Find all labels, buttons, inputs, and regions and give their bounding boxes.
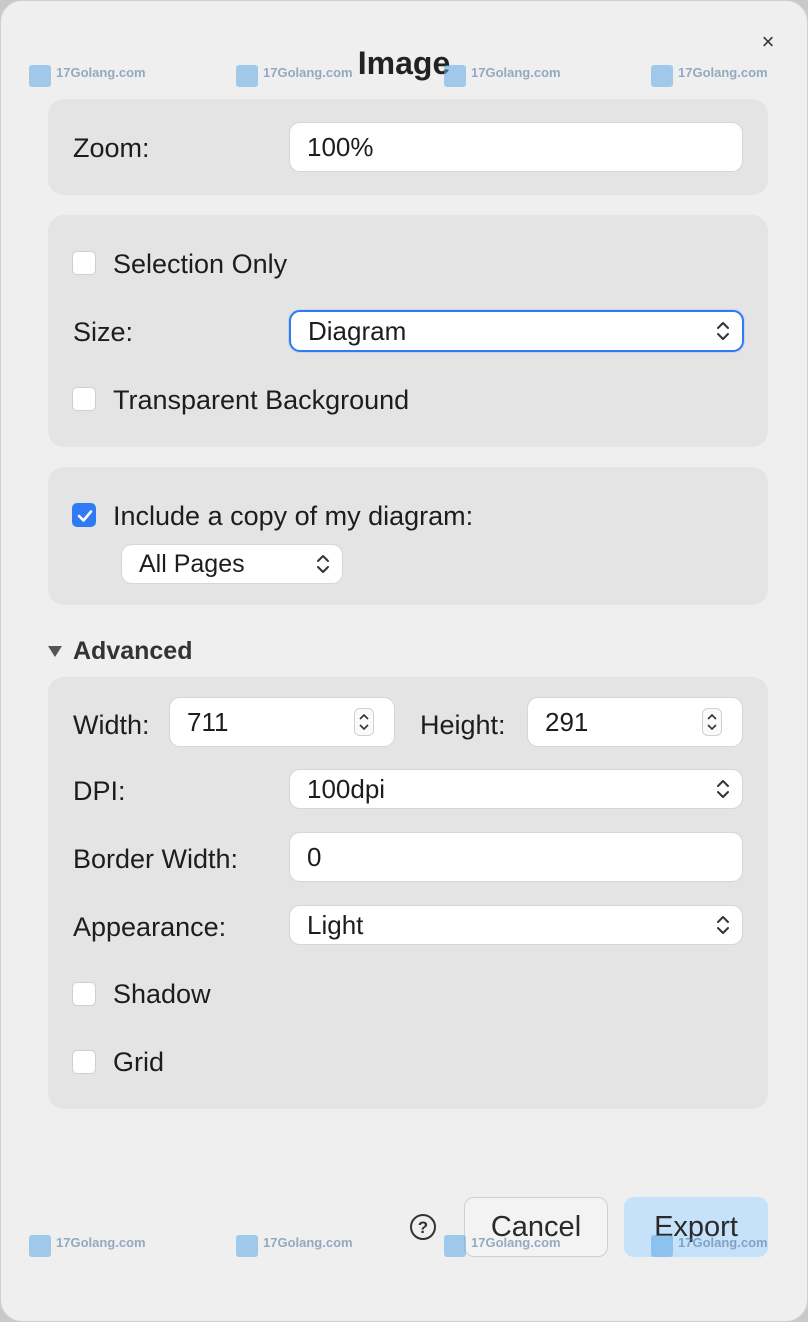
transparent-background-checkbox[interactable] [72,387,96,411]
appearance-value: Light [307,909,364,940]
chevron-updown-icon [717,322,729,340]
height-value: 291 [545,706,589,737]
height-input[interactable]: 291 [527,697,743,747]
stepper-arrows-icon [707,713,717,731]
stepper-arrows-icon [359,713,369,731]
zoom-label: Zoom: [73,133,150,163]
chevron-updown-icon [317,555,329,573]
transparent-background-label: Transparent Background [113,385,410,415]
border-width-value: 0 [307,841,322,872]
grid-checkbox[interactable] [72,1050,96,1074]
dpi-value: 100dpi [307,773,386,804]
watermark-logo: 17Golang.com [236,1235,353,1257]
chevron-updown-icon [717,916,729,934]
height-label: Height: [420,710,506,740]
zoom-input[interactable]: 100% [289,122,743,172]
export-button[interactable]: Export [624,1197,768,1257]
size-select[interactable]: Diagram [289,310,744,352]
disclosure-triangle-icon [48,646,62,657]
shadow-label: Shadow [113,979,211,1009]
dpi-select[interactable]: 100dpi [289,769,743,809]
watermark-text: 17Golang.com [263,1234,353,1250]
watermark-logo: 17Golang.com [29,1235,146,1257]
grid-label: Grid [113,1047,165,1077]
image-export-dialog: Image × Zoom: 100% Selection Only Size: … [0,0,808,1322]
dialog-title: Image [357,45,451,81]
include-copy-checkbox[interactable] [72,503,96,527]
options-panel: Selection Only Size: Diagram Transparent… [48,215,768,447]
size-value: Diagram [308,315,407,346]
width-value: 711 [187,706,229,737]
appearance-label: Appearance: [73,912,227,942]
width-input[interactable]: 711 [169,697,395,747]
size-label: Size: [73,317,134,347]
pages-select[interactable]: All Pages [121,544,343,584]
advanced-panel: Width: 711 Height: 291 DPI: 100dpi Borde… [48,677,768,1109]
checkmark-icon [77,510,93,522]
close-icon[interactable]: × [757,31,779,53]
advanced-disclosure[interactable]: Advanced [48,637,192,666]
shadow-checkbox[interactable] [72,982,96,1006]
zoom-panel: Zoom: 100% [48,99,768,195]
pages-value: All Pages [139,549,245,578]
width-stepper[interactable] [354,708,374,736]
cancel-button[interactable]: Cancel [464,1197,608,1257]
help-icon[interactable]: ? [410,1214,436,1240]
advanced-heading: Advanced [73,637,193,665]
appearance-select[interactable]: Light [289,905,743,945]
border-width-label: Border Width: [73,844,239,874]
height-stepper[interactable] [702,708,722,736]
selection-only-checkbox[interactable] [72,251,96,275]
watermark-text: 17Golang.com [56,1234,146,1250]
width-label: Width: [73,710,150,740]
selection-only-label: Selection Only [113,249,288,279]
zoom-value: 100% [307,131,374,162]
chevron-updown-icon [717,780,729,798]
dpi-label: DPI: [73,776,126,806]
copy-panel: Include a copy of my diagram: All Pages [48,467,768,605]
border-width-input[interactable]: 0 [289,832,743,882]
include-copy-label: Include a copy of my diagram: [113,501,474,531]
